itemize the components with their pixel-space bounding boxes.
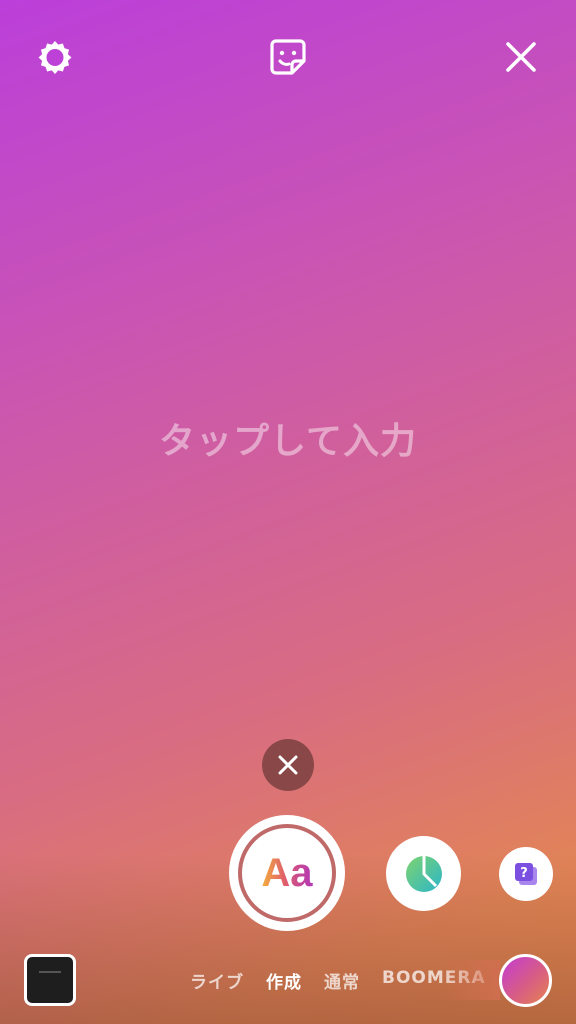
mode-live[interactable]: ライブ	[190, 968, 244, 993]
text-mode-capture-button[interactable]: Aa	[229, 815, 345, 931]
mode-normal[interactable]: 通常	[324, 968, 360, 993]
question-sticker-icon: ?	[515, 863, 537, 885]
question-sticker-button[interactable]: ?	[499, 847, 553, 901]
mode-selector-fade	[440, 960, 500, 1000]
poll-sticker-button[interactable]	[386, 836, 461, 911]
settings-button[interactable]	[30, 33, 80, 83]
sticker-icon	[270, 39, 306, 75]
close-icon	[278, 755, 298, 775]
capture-label: Aa	[261, 850, 313, 895]
gallery-thumbnail[interactable]	[24, 954, 76, 1006]
story-create-screen[interactable]: タップして入力 Aa ? ライブ 作成 通常 BOOMERA	[0, 0, 576, 1024]
sticker-button[interactable]	[263, 32, 313, 82]
capture-inner-ring: Aa	[238, 824, 336, 922]
close-icon	[506, 42, 536, 72]
text-input-placeholder[interactable]: タップして入力	[0, 412, 576, 464]
dismiss-tools-button[interactable]	[262, 739, 314, 791]
thumbnail-preview	[39, 971, 61, 973]
close-button[interactable]	[496, 32, 546, 82]
background-color-button[interactable]	[499, 954, 552, 1007]
pie-chart-icon	[405, 855, 442, 892]
gear-icon	[38, 41, 72, 74]
question-glyph: ?	[520, 866, 528, 881]
mode-create[interactable]: 作成	[266, 968, 302, 993]
